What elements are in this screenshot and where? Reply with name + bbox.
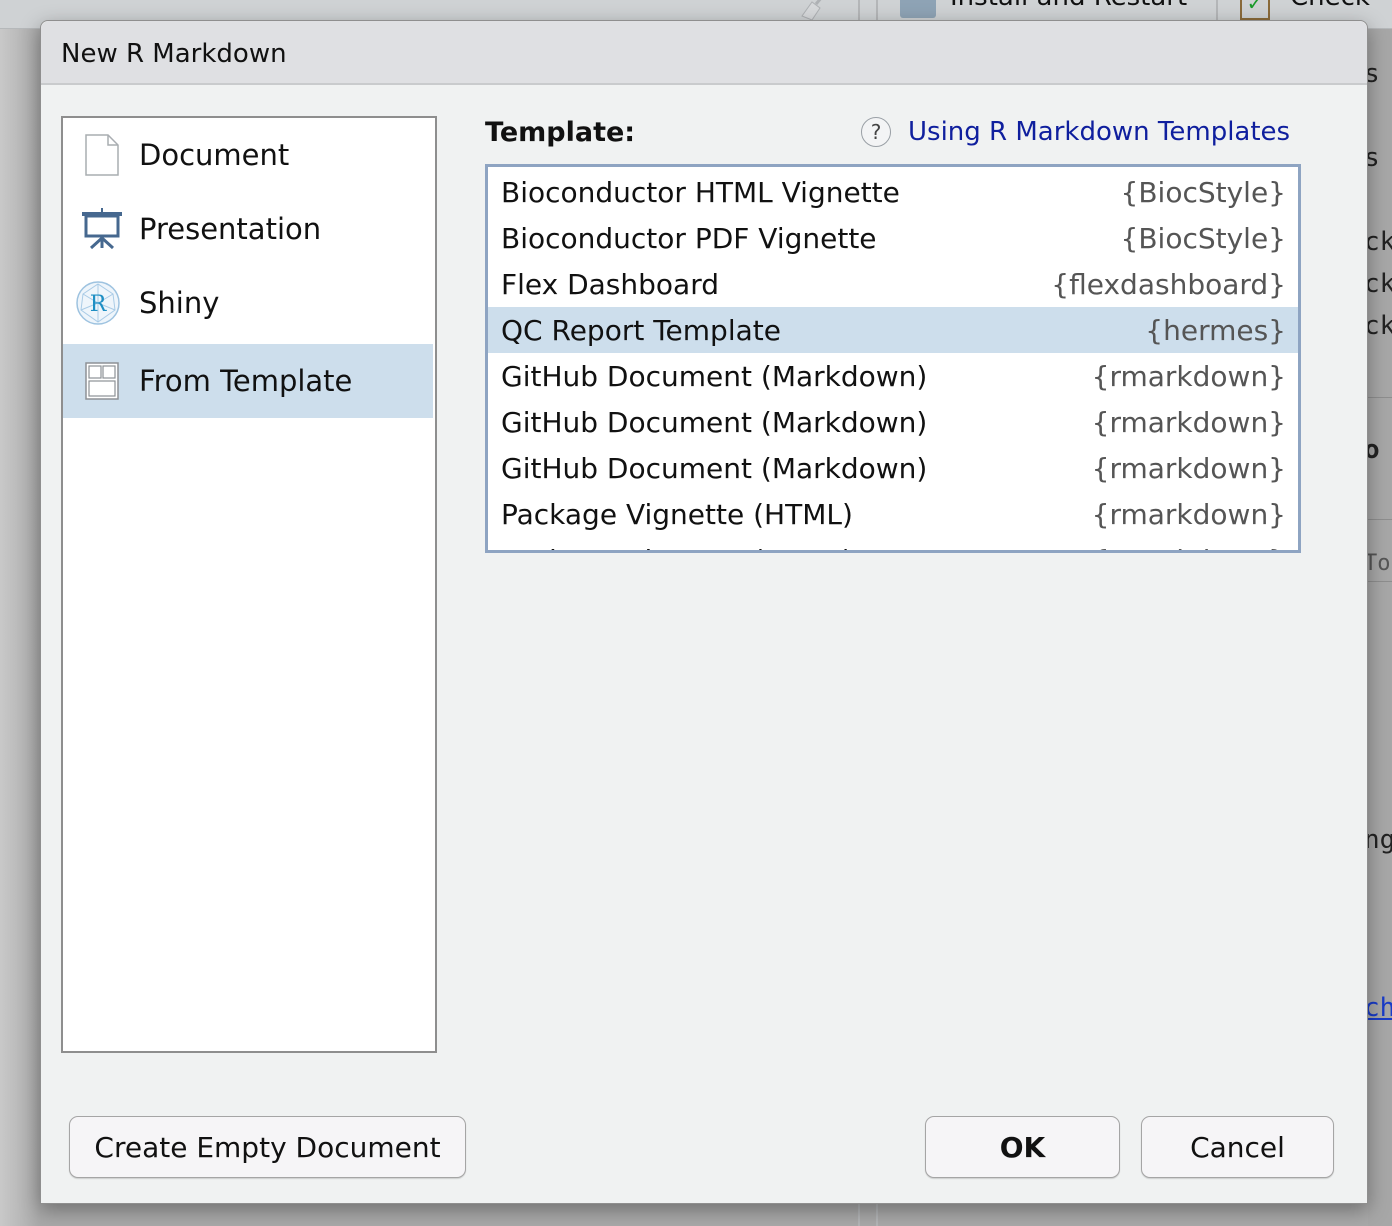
document-type-list: Document Presentation R Shiny From Templ… — [61, 116, 437, 1053]
type-item-shiny[interactable]: R Shiny — [63, 266, 433, 340]
template-name: Package Vignette (HTML) — [501, 544, 853, 551]
template-name: GitHub Document (Markdown) — [501, 359, 928, 393]
template-name: Bioconductor HTML Vignette — [501, 175, 900, 209]
type-item-label: Presentation — [139, 212, 322, 246]
template-package: {flexdashboard} — [1051, 267, 1286, 301]
type-item-from-template[interactable]: From Template — [63, 344, 433, 418]
template-name: GitHub Document (Markdown) — [501, 405, 928, 439]
template-icon — [79, 358, 125, 404]
template-row[interactable]: Package Vignette (HTML) {rmarkdown} — [488, 491, 1298, 537]
bg-separator — [1368, 581, 1392, 582]
ide-right-pane: s s ck ck ck o To ng ch — [1368, 29, 1392, 1226]
template-row-selected[interactable]: QC Report Template {hermes} — [488, 307, 1298, 353]
template-package: {rmarkdown} — [1091, 359, 1286, 393]
template-label: Template: — [485, 117, 636, 148]
pane-divider — [858, 1204, 860, 1226]
checkbox-checked-icon: ✓ — [1240, 0, 1270, 20]
template-row[interactable]: GitHub Document (Markdown) {rmarkdown} — [488, 399, 1298, 445]
template-name: QC Report Template — [501, 313, 781, 347]
template-name: Flex Dashboard — [501, 267, 719, 301]
template-row[interactable]: Package Vignette (HTML) {rmarkdown} — [488, 537, 1298, 551]
bg-text: o — [1368, 435, 1380, 465]
bg-text: ck — [1368, 311, 1392, 341]
template-row[interactable]: Bioconductor HTML Vignette {BiocStyle} — [488, 169, 1298, 215]
bg-text: ck — [1368, 269, 1392, 299]
template-package: {rmarkdown} — [1091, 405, 1286, 439]
template-name: Bioconductor PDF Vignette — [501, 221, 877, 255]
bg-text: ng — [1368, 825, 1392, 855]
template-package: {BiocStyle} — [1120, 175, 1286, 209]
type-item-presentation[interactable]: Presentation — [63, 192, 433, 266]
svg-text:R: R — [90, 292, 108, 317]
hammer-icon — [900, 0, 936, 18]
cancel-button[interactable]: Cancel — [1141, 1116, 1334, 1178]
type-item-label: Document — [139, 138, 290, 172]
template-package: {rmarkdown} — [1091, 497, 1286, 531]
help-link[interactable]: ? Using R Markdown Templates — [861, 117, 1290, 147]
type-item-label: Shiny — [139, 286, 220, 320]
help-link-text[interactable]: Using R Markdown Templates — [908, 117, 1290, 147]
template-package: {rmarkdown} — [1092, 544, 1286, 551]
template-row[interactable]: GitHub Document (Markdown) {rmarkdown} — [488, 445, 1298, 491]
template-package: {BiocStyle} — [1120, 221, 1286, 255]
ok-button[interactable]: OK — [925, 1116, 1120, 1178]
template-name: Package Vignette (HTML) — [501, 497, 853, 531]
help-icon[interactable]: ? — [861, 117, 891, 147]
bg-text: ck — [1368, 227, 1392, 257]
presentation-icon — [79, 206, 125, 252]
template-package: {rmarkdown} — [1091, 451, 1286, 485]
shiny-icon: R — [75, 280, 121, 326]
template-row[interactable]: Bioconductor PDF Vignette {BiocStyle} — [488, 215, 1298, 261]
bg-text: s — [1368, 59, 1380, 89]
template-row[interactable]: GitHub Document (Markdown) {rmarkdown} — [488, 353, 1298, 399]
bg-separator — [1368, 397, 1392, 398]
template-name: GitHub Document (Markdown) — [501, 451, 928, 485]
dialog-title: New R Markdown — [61, 39, 287, 69]
ide-left-pane — [0, 29, 40, 1226]
new-r-markdown-dialog: New R Markdown Document Presentation R S… — [40, 20, 1368, 1204]
dialog-title-bar: New R Markdown — [41, 21, 1367, 85]
document-icon — [79, 132, 125, 178]
bg-text: To — [1368, 551, 1391, 576]
bg-text: s — [1368, 143, 1380, 173]
template-package: {hermes} — [1145, 313, 1286, 347]
bg-separator — [1368, 519, 1392, 520]
bg-link[interactable]: ch — [1368, 993, 1392, 1023]
create-empty-document-button[interactable]: Create Empty Document — [69, 1116, 466, 1178]
type-item-document[interactable]: Document — [63, 118, 433, 192]
template-list[interactable]: Bioconductor HTML Vignette {BiocStyle} B… — [485, 164, 1301, 553]
type-item-label: From Template — [139, 364, 353, 398]
pane-divider — [876, 1204, 878, 1226]
template-row[interactable]: Flex Dashboard {flexdashboard} — [488, 261, 1298, 307]
